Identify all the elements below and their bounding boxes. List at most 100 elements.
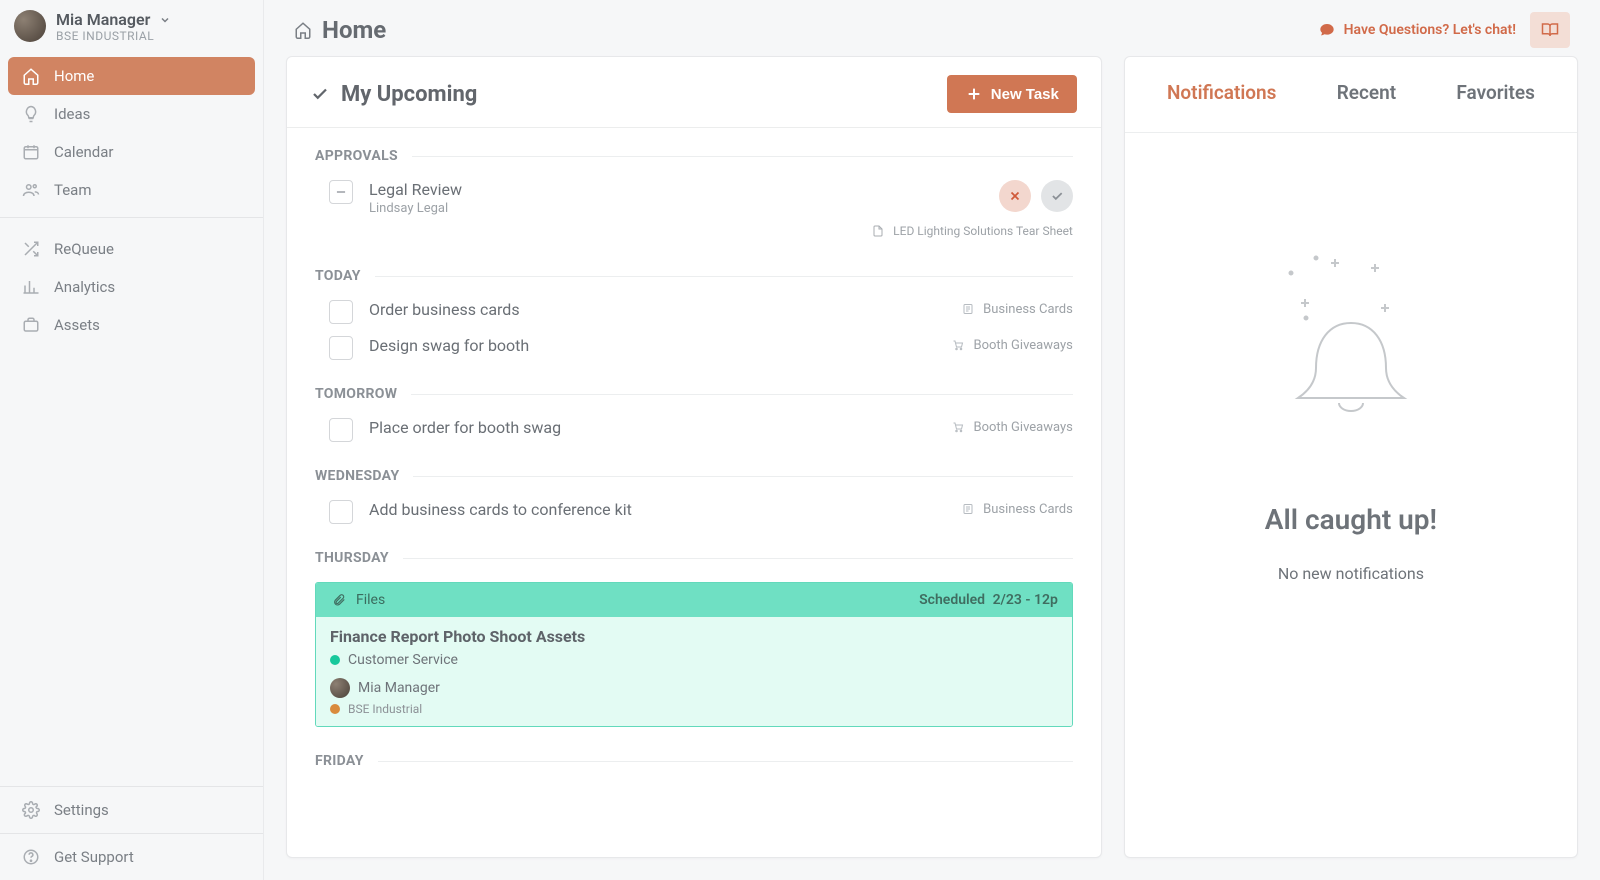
event-card[interactable]: Files Scheduled 2/23 - 12p Finance Repor…: [315, 582, 1073, 727]
sidebar-item-label: Settings: [54, 801, 109, 819]
sidebar-item-label: Ideas: [54, 105, 90, 123]
cart-icon: [949, 418, 967, 436]
home-icon: [294, 21, 312, 39]
task-checkbox[interactable]: [329, 336, 353, 360]
task-meta[interactable]: Business Cards: [959, 500, 1073, 518]
note-icon: [959, 500, 977, 518]
task-title: Order business cards: [369, 300, 943, 319]
right-tabs: Notifications Recent Favorites: [1125, 57, 1577, 133]
section-today-label: TODAY: [287, 248, 1101, 294]
approve-button[interactable]: [1041, 180, 1073, 212]
sidebar-item-requeue[interactable]: ReQueue: [8, 230, 255, 268]
chart-icon: [22, 278, 40, 296]
event-tag: Customer Service: [348, 652, 458, 668]
task-meta[interactable]: Booth Giveaways: [949, 336, 1072, 354]
sidebar-item-analytics[interactable]: Analytics: [8, 268, 255, 306]
chat-link[interactable]: Have Questions? Let's chat!: [1318, 21, 1516, 39]
sidebar-item-label: Home: [54, 67, 94, 85]
help-icon: [22, 848, 40, 866]
briefcase-icon: [22, 316, 40, 334]
task-row[interactable]: Place order for booth swag Booth Giveawa…: [287, 412, 1101, 448]
sidebar-item-calendar[interactable]: Calendar: [8, 133, 255, 171]
tab-favorites[interactable]: Favorites: [1448, 77, 1542, 108]
empty-subtitle: No new notifications: [1278, 564, 1424, 583]
event-org: BSE Industrial: [348, 702, 422, 716]
section-thursday-label: THURSDAY: [287, 530, 1101, 576]
sidebar-item-ideas[interactable]: Ideas: [8, 95, 255, 133]
avatar: [14, 10, 46, 42]
sidebar-item-label: Analytics: [54, 278, 115, 296]
cart-icon: [949, 336, 967, 354]
nav-group-main: Home Ideas Calendar Team: [0, 49, 263, 213]
task-row[interactable]: Add business cards to conference kit Bus…: [287, 494, 1101, 530]
notifications-empty: All caught up! No new notifications: [1125, 133, 1577, 583]
sidebar-item-label: Assets: [54, 316, 100, 334]
tag-dot: [330, 655, 340, 665]
task-meta[interactable]: Booth Giveaways: [949, 418, 1072, 436]
task-title: Add business cards to conference kit: [369, 500, 943, 519]
profile-org: BSE INDUSTRIAL: [56, 29, 249, 43]
doc-icon: [869, 222, 887, 240]
sidebar-item-settings[interactable]: Settings: [0, 786, 263, 833]
task-checkbox[interactable]: [329, 500, 353, 524]
shuffle-icon: [22, 240, 40, 258]
guide-button[interactable]: [1530, 12, 1570, 48]
event-schedule-label: Scheduled: [919, 592, 985, 608]
book-icon: [1541, 21, 1559, 39]
task-checkbox[interactable]: [329, 418, 353, 442]
sidebar-item-team[interactable]: Team: [8, 171, 255, 209]
notifications-panel: Notifications Recent Favorites: [1124, 56, 1578, 858]
upcoming-title: My Upcoming: [341, 82, 477, 107]
section-wednesday-label: WEDNESDAY: [287, 448, 1101, 494]
tab-notifications[interactable]: Notifications: [1159, 77, 1284, 108]
avatar: [330, 678, 350, 698]
paperclip-icon: [330, 591, 348, 609]
gear-icon: [22, 801, 40, 819]
task-row[interactable]: Order business cards Business Cards: [287, 294, 1101, 330]
section-friday-label: FRIDAY: [287, 733, 1101, 779]
event-owner: Mia Manager: [358, 680, 440, 696]
approval-title: Legal Review: [369, 180, 983, 199]
bulb-icon: [22, 105, 40, 123]
reject-button[interactable]: [999, 180, 1031, 212]
sidebar-item-label: Team: [54, 181, 92, 199]
approval-attachment[interactable]: LED Lighting Solutions Tear Sheet: [287, 222, 1101, 248]
approval-row[interactable]: Legal Review Lindsay Legal: [287, 174, 1101, 222]
task-meta[interactable]: Business Cards: [959, 300, 1073, 318]
bell-icon: [1271, 243, 1431, 443]
home-icon: [22, 67, 40, 85]
task-row[interactable]: Design swag for booth Booth Giveaways: [287, 330, 1101, 366]
section-approvals-label: APPROVALS: [287, 128, 1101, 174]
new-task-button[interactable]: New Task: [947, 75, 1077, 113]
sidebar-item-label: Get Support: [54, 848, 134, 866]
task-title: Place order for booth swag: [369, 418, 933, 437]
approval-checkbox[interactable]: [329, 180, 353, 204]
chat-link-text: Have Questions? Let's chat!: [1344, 22, 1516, 38]
calendar-icon: [22, 143, 40, 161]
chat-icon: [1318, 21, 1336, 39]
task-title: Design swag for booth: [369, 336, 933, 355]
profile-name: Mia Manager: [56, 10, 150, 29]
event-badge: Files: [356, 592, 385, 608]
check-icon: [311, 85, 329, 103]
sidebar-item-label: Calendar: [54, 143, 114, 161]
sidebar-item-assets[interactable]: Assets: [8, 306, 255, 344]
event-schedule-value: 2/23 - 12p: [993, 592, 1058, 608]
new-task-label: New Task: [991, 86, 1059, 103]
chevron-down-icon[interactable]: [156, 11, 174, 29]
task-checkbox[interactable]: [329, 300, 353, 324]
sidebar-item-support[interactable]: Get Support: [0, 833, 263, 880]
section-tomorrow-label: TOMORROW: [287, 366, 1101, 412]
upcoming-panel: My Upcoming New Task APPROVALS: [286, 56, 1102, 858]
main-header: Home Have Questions? Let's chat!: [264, 0, 1600, 56]
sidebar: Mia Manager BSE INDUSTRIAL Home Ide: [0, 0, 264, 880]
sidebar-item-home[interactable]: Home: [8, 57, 255, 95]
profile-block[interactable]: Mia Manager BSE INDUSTRIAL: [0, 0, 263, 49]
tab-recent[interactable]: Recent: [1329, 77, 1404, 108]
sidebar-item-label: ReQueue: [54, 240, 114, 258]
approval-attachment-text: LED Lighting Solutions Tear Sheet: [893, 224, 1073, 238]
nav-group-secondary: ReQueue Analytics Assets: [0, 222, 263, 348]
nav-divider: [0, 217, 263, 218]
approval-assignee: Lindsay Legal: [369, 201, 983, 216]
empty-title: All caught up!: [1265, 503, 1437, 536]
